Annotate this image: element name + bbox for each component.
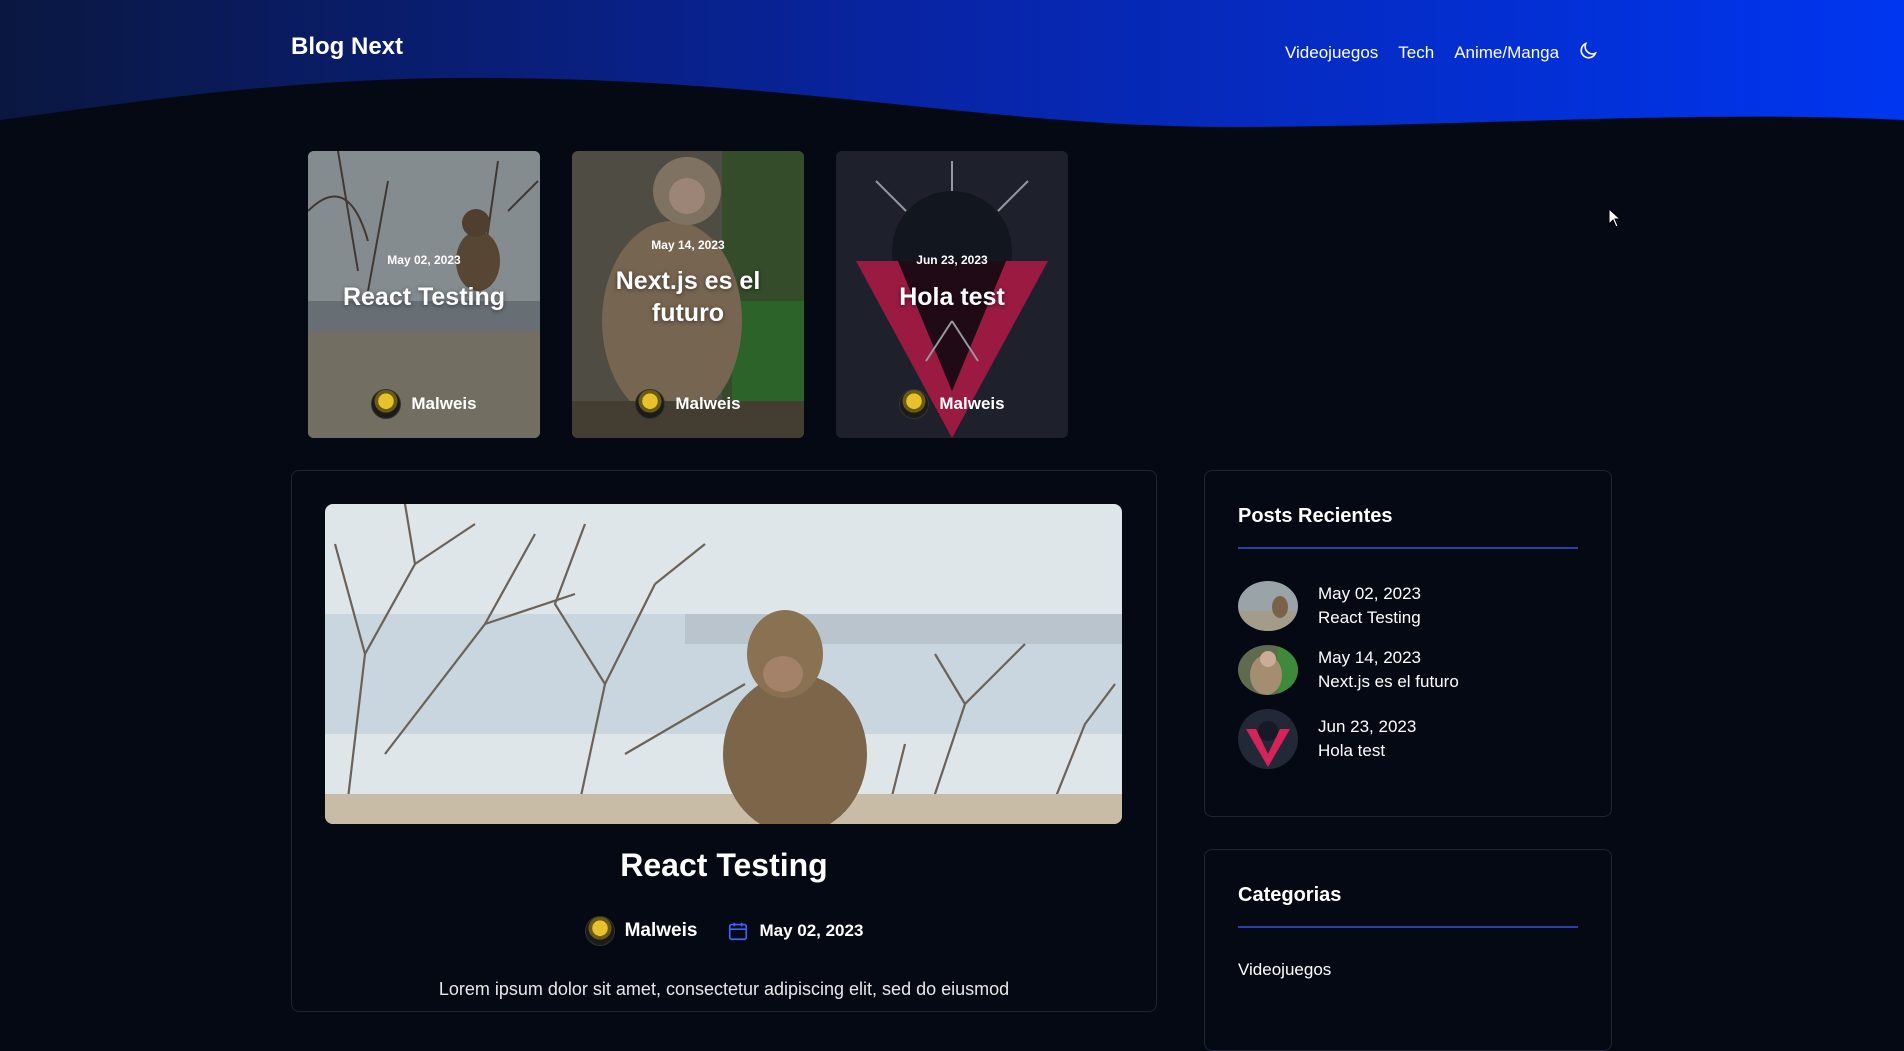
recent-post-title: React Testing — [1318, 608, 1421, 627]
post-excerpt: Lorem ipsum dolor sit amet, consectetur … — [438, 979, 1010, 999]
post-title[interactable]: React Testing — [292, 847, 1156, 884]
author-name: Malweis — [624, 920, 698, 941]
author-name: Malweis — [939, 394, 1005, 413]
categories-widget: Categorias Videojuegos — [1204, 849, 1612, 1051]
featured-date: May 14, 2023 — [651, 238, 725, 252]
heading-divider — [1238, 926, 1578, 928]
recent-post-date: May 14, 2023 — [1318, 648, 1422, 667]
recent-post-item[interactable]: Jun 23, 2023 Hola test — [1238, 709, 1416, 769]
author-avatar — [584, 916, 615, 946]
featured-title: Hola test — [899, 283, 1005, 311]
featured-date: May 02, 2023 — [387, 253, 461, 267]
featured-author: Malweis — [572, 389, 804, 419]
post-author: Malweis — [584, 916, 698, 946]
featured-title: React Testing — [342, 283, 506, 311]
post-card: React Testing Malweis May 02, 2023 Lorem… — [291, 470, 1157, 1012]
featured-date: Jun 23, 2023 — [916, 253, 988, 267]
moon-icon[interactable] — [1577, 40, 1599, 62]
author-name: Malweis — [411, 394, 477, 413]
featured-card[interactable]: Jun 23, 2023 Hola test Malweis — [836, 151, 1068, 438]
author-name: Malweis — [675, 394, 741, 413]
featured-posts: May 02, 2023 React Testing Malweis May 1… — [308, 151, 1068, 438]
brand-logo-text[interactable]: Blog Next — [291, 33, 403, 61]
recent-post-thumbnail — [1238, 709, 1298, 769]
post-image-monkey[interactable] — [325, 504, 1122, 824]
post-meta: Malweis May 02, 2023 — [292, 916, 1156, 946]
recent-post-item[interactable]: May 02, 2023 React Testing — [1238, 581, 1421, 631]
author-avatar — [635, 389, 666, 419]
author-avatar — [899, 389, 930, 419]
mouse-cursor-icon — [1608, 208, 1622, 228]
nav-item-anime-manga[interactable]: Anime/Manga — [1454, 43, 1559, 63]
nav-item-tech[interactable]: Tech — [1398, 43, 1434, 63]
category-link-videojuegos[interactable]: Videojuegos — [1238, 960, 1331, 980]
categories-heading: Categorias — [1238, 884, 1342, 906]
header-wave-background — [0, 0, 1904, 128]
recent-post-thumbnail — [1238, 645, 1298, 695]
featured-card[interactable]: May 02, 2023 React Testing Malweis — [308, 151, 540, 438]
featured-card[interactable]: May 14, 2023 Next.js es el futuro Malwei… — [572, 151, 804, 438]
calendar-icon — [729, 922, 748, 941]
featured-title: Next.js es el futuro — [615, 267, 761, 327]
featured-author: Malweis — [308, 389, 540, 419]
recent-posts-widget: Posts Recientes May 02, 2023 React Testi… — [1204, 470, 1612, 817]
recent-post-date: Jun 23, 2023 — [1318, 717, 1417, 736]
author-avatar — [371, 389, 402, 419]
recent-post-item[interactable]: May 14, 2023 Next.js es el futuro — [1238, 645, 1459, 695]
heading-divider — [1238, 547, 1578, 549]
featured-author: Malweis — [836, 389, 1068, 419]
recent-post-title: Next.js es el futuro — [1318, 672, 1459, 691]
nav-item-videojuegos[interactable]: Videojuegos — [1285, 43, 1378, 63]
recent-post-thumbnail — [1238, 581, 1298, 631]
post-date: May 02, 2023 — [727, 920, 863, 942]
recent-post-date: May 02, 2023 — [1318, 584, 1422, 603]
recent-post-title: Hola test — [1318, 741, 1386, 760]
recent-posts-heading: Posts Recientes — [1238, 505, 1393, 527]
main-nav: Videojuegos Tech Anime/Manga — [1285, 43, 1559, 63]
post-date-text: May 02, 2023 — [759, 921, 864, 940]
